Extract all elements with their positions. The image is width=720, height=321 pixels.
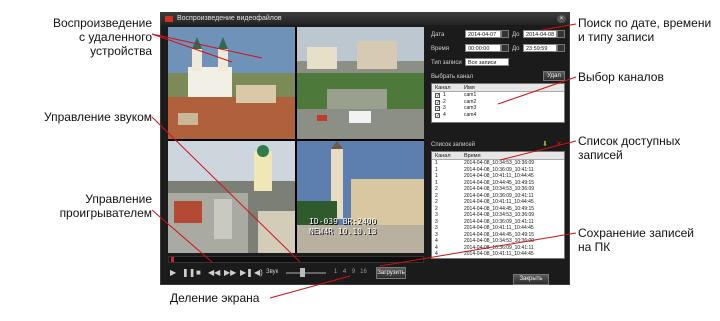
search-panel: Дата 2014-04-07 До 2014-04-08 Время 00:0… [429, 27, 567, 285]
video-channel-2[interactable] [297, 27, 424, 139]
time-spinner-icon[interactable] [557, 44, 565, 52]
date-to-label: До [512, 32, 520, 38]
close-icon[interactable]: × [557, 15, 566, 23]
callout-record-list-line1: Список доступных [578, 134, 681, 148]
volume-slider-track[interactable] [286, 272, 326, 274]
stop-button[interactable]: ■ [196, 268, 201, 277]
video-osd: ID-039 BR:2400 NEW4R 10.10.13 [309, 217, 376, 237]
channel-checkbox[interactable]: ✓ [435, 99, 440, 105]
split-1-button[interactable]: 1 [332, 268, 339, 277]
date-label: Дата [431, 32, 445, 38]
callout-save-to-pc-line1: Сохранение записей [578, 226, 694, 240]
app-icon [165, 16, 173, 22]
channel-name: cam4 [464, 111, 477, 118]
fast-forward-button[interactable]: ▶▶ [224, 268, 236, 277]
channel-section-label: Выбрать канал [431, 74, 474, 80]
record-type-label: Тип записи [431, 60, 462, 66]
time-spinner-icon[interactable] [501, 44, 509, 52]
download-button[interactable]: Загрузить [376, 267, 406, 279]
player-control-bar: ▶ ❚❚ ■ ◀◀ ▶▶ ▶❚ ◀) Звук 1 4 9 16 Загрузи… [168, 265, 424, 281]
window-titlebar: Воспроизведение видеофайлов × [161, 13, 569, 25]
download-icon[interactable]: ⬇ [541, 141, 549, 149]
records-section-label: Список записей [431, 142, 476, 148]
video-channel-1[interactable] [168, 27, 295, 139]
channel-row[interactable]: ✓ 4 cam4 [432, 111, 564, 118]
channel-col-header: Канал [435, 85, 451, 91]
callout-channel-select: Выбор каналов [578, 70, 664, 84]
sound-label: Звук [266, 269, 279, 275]
delete-icon[interactable]: ✕ [555, 141, 563, 149]
record-channel: 4 [435, 258, 438, 259]
time-from-field[interactable]: 00:00:00 [465, 44, 501, 52]
channel-checkbox[interactable]: ✓ [435, 93, 440, 99]
channel-clear-button[interactable]: Удал [543, 71, 565, 81]
osd-line-1: ID-039 BR:2400 [309, 217, 377, 226]
play-button[interactable]: ▶ [170, 268, 176, 277]
time-to-field[interactable]: 23:59:59 [523, 44, 557, 52]
callout-sound-control-line1: Управление звуком [44, 110, 152, 124]
date-to-field[interactable]: 2014-04-08 [523, 30, 557, 38]
callout-save-to-pc-line2: на ПК [578, 240, 611, 254]
date-from-field[interactable]: 2014-04-07 [465, 30, 501, 38]
window-title: Воспроизведение видеофайлов [177, 15, 282, 22]
record-row[interactable]: 4 2014-04-08_10:44:45_10:49:15 [432, 258, 564, 259]
record-time-col-header: Время [464, 153, 481, 159]
callout-save-to-pc: Сохранение записей на ПК [578, 226, 694, 254]
record-type-select[interactable]: Все записи [465, 58, 509, 66]
video-grid[interactable]: ID-039 BR:2400 NEW4R 10.10.13 [168, 27, 424, 253]
channel-list[interactable]: Канал Имя ✓ 1 cam1 ✓ 2 cam2 ✓ 3 cam3 ✓ 4 [431, 83, 565, 123]
record-time: 2014-04-08_10:44:45_10:49:15 [464, 258, 534, 259]
callout-remote-playback: Воспроизведение с удаленного устройства [16, 16, 152, 58]
channel-checkbox[interactable]: ✓ [435, 106, 440, 112]
channel-number: 4 [443, 111, 446, 118]
pause-button[interactable]: ❚❚ [182, 268, 195, 277]
calendar-icon[interactable] [501, 30, 509, 38]
record-channel-col-header: Канал [435, 153, 451, 159]
time-to-label: До [512, 46, 520, 52]
callout-record-list-line2: записей [578, 148, 623, 162]
channel-list-header: Канал Имя [432, 84, 564, 92]
callout-screen-split-line1: Деление экрана [170, 291, 260, 305]
callout-player-control-line1: Управление [85, 192, 152, 206]
callout-sound-control: Управление звуком [24, 110, 152, 124]
time-label: Время [431, 46, 450, 52]
callout-channel-select-line1: Выбор каналов [578, 70, 664, 84]
callout-player-control-line2: проигрывателем [59, 206, 152, 220]
callout-record-list: Список доступных записей [578, 134, 680, 162]
callout-search-line2: и типу записи [578, 30, 655, 44]
close-button[interactable]: Закрыть [513, 274, 549, 285]
callout-search-line1: Поиск по дате, времени [578, 16, 712, 30]
volume-icon[interactable]: ◀) [254, 268, 263, 277]
calendar-icon[interactable] [557, 30, 565, 38]
volume-slider-knob[interactable] [300, 268, 305, 277]
video-playback-window: Воспроизведение видеофайлов × ID-039 BR:… [160, 12, 570, 285]
callout-search: Поиск по дате, времени и типу записи [578, 16, 711, 44]
rewind-button[interactable]: ◀◀ [208, 268, 220, 277]
split-16-button[interactable]: 16 [360, 268, 367, 277]
record-list[interactable]: Канал Время 1 2014-04-08_10:34:53_10:36:0… [431, 151, 565, 259]
record-rows: 1 2014-04-08_10:34:53_10:36:09 1 2014-04-08… [432, 160, 564, 259]
callout-remote-playback-line1: Воспроизведение [52, 16, 152, 30]
callout-remote-playback-line2: с удаленного устройства [78, 30, 152, 58]
split-9-button[interactable]: 9 [350, 268, 357, 277]
video-channel-4[interactable]: ID-039 BR:2400 NEW4R 10.10.13 [297, 141, 424, 253]
split-4-button[interactable]: 4 [341, 268, 348, 277]
timeline-position-marker[interactable] [171, 257, 174, 262]
step-button[interactable]: ▶❚ [240, 268, 253, 277]
callout-player-control: Управление проигрывателем [40, 192, 152, 220]
record-list-header: Канал Время [432, 152, 564, 160]
video-channel-3[interactable] [168, 141, 295, 253]
osd-line-2: NEW4R 10.10.13 [309, 227, 377, 236]
callout-screen-split: Деление экрана [170, 291, 259, 305]
name-col-header: Имя [464, 85, 475, 91]
channel-checkbox[interactable]: ✓ [435, 112, 440, 118]
playback-timeline[interactable] [168, 256, 424, 263]
